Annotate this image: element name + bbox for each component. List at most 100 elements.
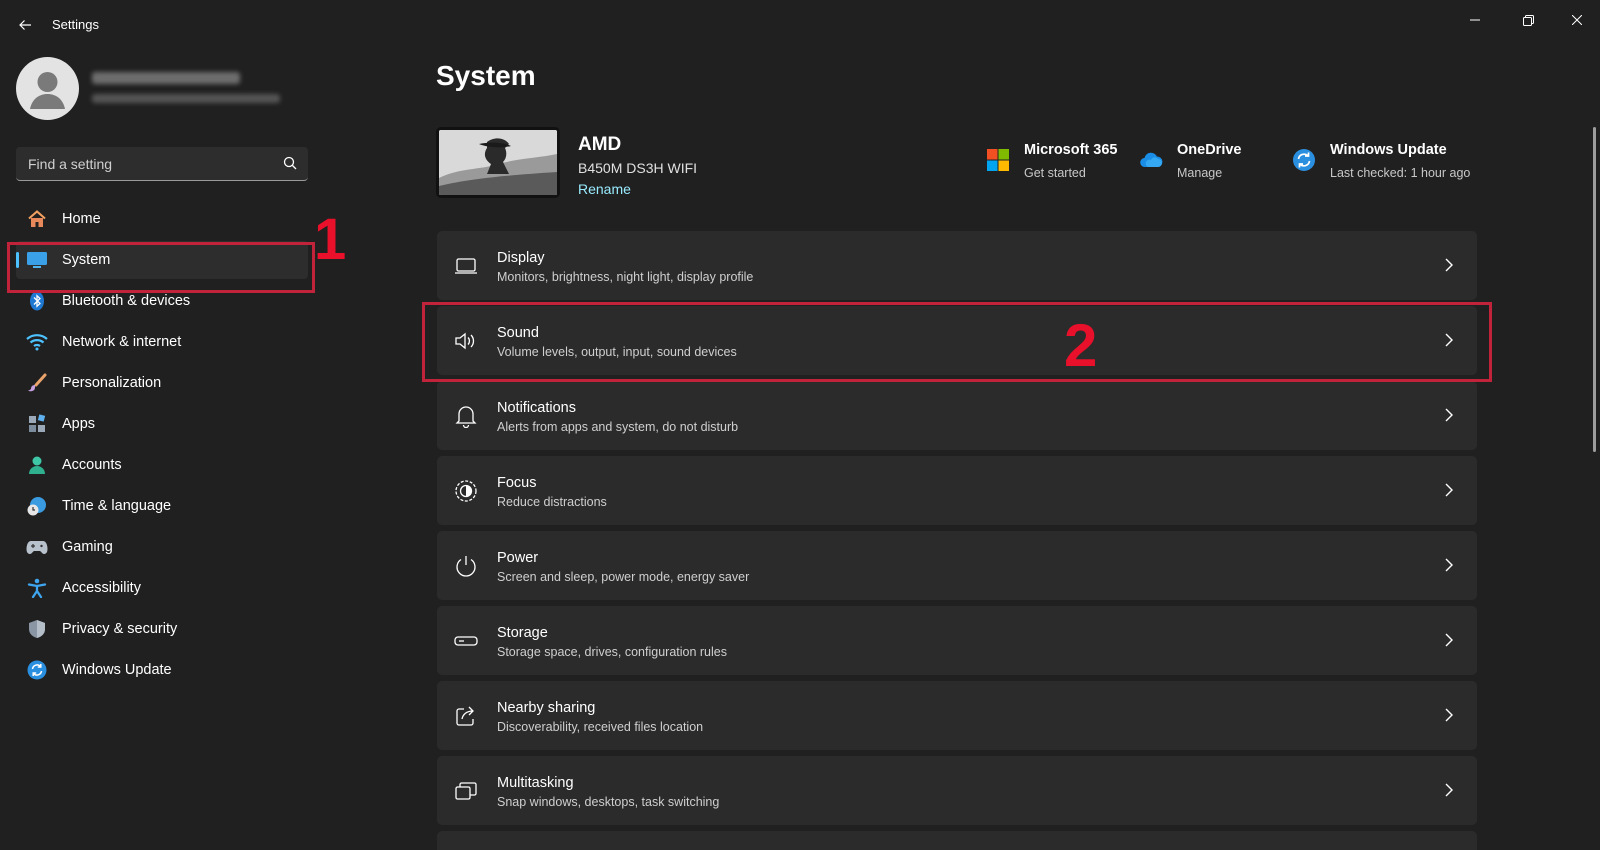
card-subtitle: Snap windows, desktops, task switching bbox=[497, 795, 720, 809]
sidebar-item-label: Apps bbox=[62, 416, 96, 432]
search-input[interactable] bbox=[16, 147, 266, 180]
annotation-number-2: 2 bbox=[1064, 312, 1098, 379]
wallpaper-image bbox=[439, 130, 557, 195]
back-button[interactable] bbox=[12, 12, 38, 38]
card-subtitle: Monitors, brightness, night light, displ… bbox=[497, 270, 754, 284]
quick-link-subtitle: Last checked: 1 hour ago bbox=[1330, 166, 1471, 180]
windows-update-icon bbox=[1293, 149, 1315, 171]
quick-link-title: Microsoft 365 bbox=[1024, 142, 1118, 158]
search-icon[interactable] bbox=[283, 156, 298, 171]
minimize-icon bbox=[1470, 19, 1480, 21]
card-storage[interactable]: Storage Storage space, drives, configura… bbox=[437, 606, 1477, 675]
annotation-box-sound bbox=[422, 302, 1492, 382]
chevron-right-icon bbox=[1445, 633, 1453, 647]
chevron-right-icon bbox=[1445, 708, 1453, 722]
avatar[interactable] bbox=[16, 57, 79, 120]
card-display[interactable]: Display Monitors, brightness, night ligh… bbox=[437, 231, 1477, 300]
card-next-partial[interactable] bbox=[437, 831, 1477, 850]
quick-link-subtitle: Get started bbox=[1024, 166, 1086, 180]
update-icon bbox=[26, 660, 48, 680]
gamepad-icon bbox=[26, 537, 48, 557]
sidebar-item-label: Accounts bbox=[62, 457, 122, 473]
sidebar-item-network[interactable]: Network & internet bbox=[16, 323, 308, 361]
sidebar-item-gaming[interactable]: Gaming bbox=[16, 528, 308, 566]
restore-icon bbox=[1522, 14, 1534, 26]
apps-icon bbox=[26, 414, 48, 434]
sidebar-item-home[interactable]: Home bbox=[16, 200, 308, 238]
person-avatar-icon bbox=[30, 72, 65, 109]
storage-icon bbox=[453, 628, 479, 654]
card-title: Display bbox=[497, 250, 545, 266]
sidebar-item-accounts[interactable]: Accounts bbox=[16, 446, 308, 484]
sidebar-item-label: Privacy & security bbox=[62, 621, 178, 637]
quick-link-title: Windows Update bbox=[1330, 142, 1447, 158]
sidebar-item-personalization[interactable]: Personalization bbox=[16, 364, 308, 402]
chevron-right-icon bbox=[1445, 783, 1453, 797]
card-title: Power bbox=[497, 550, 539, 566]
card-notifications[interactable]: Notifications Alerts from apps and syste… bbox=[437, 381, 1477, 450]
sidebar-item-time-language[interactable]: Time & language bbox=[16, 487, 308, 525]
card-title: Notifications bbox=[497, 400, 576, 416]
sidebar-item-label: Network & internet bbox=[62, 334, 182, 350]
sidebar-item-label: Windows Update bbox=[62, 662, 172, 678]
sidebar-item-accessibility[interactable]: Accessibility bbox=[16, 569, 308, 607]
quick-link-subtitle: Manage bbox=[1177, 166, 1223, 180]
page-title: System bbox=[436, 60, 536, 91]
card-subtitle: Alerts from apps and system, do not dist… bbox=[497, 420, 739, 434]
annotation-number-1: 1 bbox=[314, 207, 347, 272]
quick-link-title: OneDrive bbox=[1177, 142, 1242, 158]
home-icon bbox=[26, 209, 48, 229]
card-focus[interactable]: Focus Reduce distractions bbox=[437, 456, 1477, 525]
bell-icon bbox=[453, 403, 479, 429]
close-icon bbox=[1572, 15, 1582, 25]
person-icon bbox=[26, 455, 48, 475]
sidebar-item-label: Home bbox=[62, 211, 101, 227]
brush-icon bbox=[26, 373, 48, 393]
app-title: Settings bbox=[52, 17, 99, 32]
sidebar: Home System Bluetooth & devices Network … bbox=[0, 48, 330, 850]
shield-icon bbox=[26, 619, 48, 639]
chevron-right-icon bbox=[1445, 483, 1453, 497]
search-box bbox=[16, 147, 308, 181]
device-wallpaper-thumbnail[interactable] bbox=[436, 127, 560, 198]
card-power[interactable]: Power Screen and sleep, power mode, ener… bbox=[437, 531, 1477, 600]
title-bar: Settings bbox=[0, 0, 1600, 48]
display-icon bbox=[453, 253, 479, 279]
scrollbar-thumb[interactable] bbox=[1593, 127, 1596, 452]
card-subtitle: Storage space, drives, configuration rul… bbox=[497, 645, 727, 659]
close-button[interactable] bbox=[1554, 4, 1600, 36]
maximize-button[interactable] bbox=[1505, 4, 1551, 36]
card-multitasking[interactable]: Multitasking Snap windows, desktops, tas… bbox=[437, 756, 1477, 825]
card-title: Nearby sharing bbox=[497, 700, 596, 716]
wifi-icon bbox=[26, 332, 48, 352]
sidebar-item-label: Personalization bbox=[62, 375, 162, 391]
minimize-button[interactable] bbox=[1452, 4, 1498, 36]
sidebar-item-windows-update[interactable]: Windows Update bbox=[16, 651, 308, 689]
card-title: Storage bbox=[497, 625, 548, 641]
sidebar-item-apps[interactable]: Apps bbox=[16, 405, 308, 443]
device-name: AMD bbox=[578, 134, 622, 155]
chevron-right-icon bbox=[1445, 408, 1453, 422]
card-subtitle: Discoverability, received files location bbox=[497, 720, 704, 734]
back-arrow-icon bbox=[19, 20, 31, 30]
user-email-redacted bbox=[92, 94, 280, 103]
sidebar-item-label: Bluetooth & devices bbox=[62, 293, 191, 309]
microsoft-365-icon bbox=[987, 149, 1009, 171]
focus-icon bbox=[453, 478, 479, 504]
multitasking-icon bbox=[453, 778, 479, 804]
sidebar-item-label: Time & language bbox=[62, 498, 172, 514]
annotation-box-system bbox=[7, 242, 315, 293]
rename-link[interactable]: Rename bbox=[578, 181, 631, 197]
share-icon bbox=[453, 703, 479, 729]
card-title: Focus bbox=[497, 475, 537, 491]
globe-clock-icon bbox=[26, 496, 48, 516]
sidebar-item-label: Gaming bbox=[62, 539, 113, 555]
card-nearby-sharing[interactable]: Nearby sharing Discoverability, received… bbox=[437, 681, 1477, 750]
card-title: Multitasking bbox=[497, 775, 574, 791]
card-subtitle: Screen and sleep, power mode, energy sav… bbox=[497, 570, 750, 584]
onedrive-icon bbox=[1140, 152, 1163, 168]
card-subtitle: Reduce distractions bbox=[497, 495, 607, 509]
sidebar-item-privacy-security[interactable]: Privacy & security bbox=[16, 610, 308, 648]
sidebar-item-label: Accessibility bbox=[62, 580, 141, 596]
user-name-redacted bbox=[92, 72, 240, 84]
